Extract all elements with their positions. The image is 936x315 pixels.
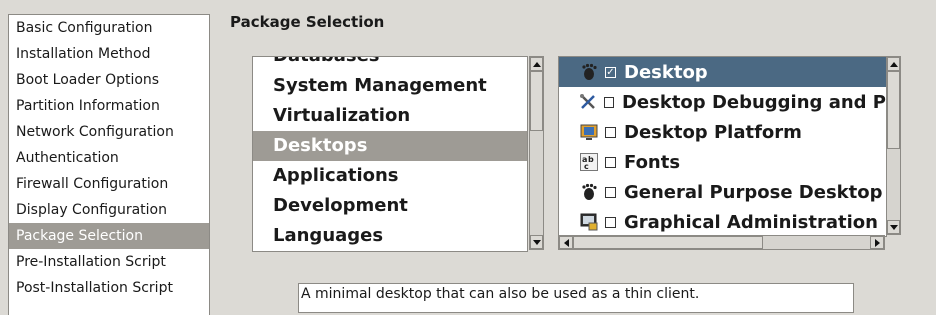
group-item-databases[interactable]: Databases	[253, 57, 527, 71]
package-row-desktop-platform[interactable]: Desktop Platform	[559, 117, 886, 147]
monitor-lock-icon	[579, 212, 599, 232]
scroll-left-button[interactable]	[559, 236, 573, 249]
package-row-desktop[interactable]: ✓ Desktop	[559, 57, 886, 87]
package-list: ✓ Desktop Desktop Debugging and P Deskto…	[558, 56, 887, 237]
sidebar-item-display-configuration[interactable]: Display Configuration	[9, 197, 209, 223]
group-item-languages[interactable]: Languages	[253, 221, 527, 251]
package-label: Graphical Administration	[624, 211, 878, 233]
package-label: General Purpose Desktop	[624, 181, 883, 203]
arrow-up-icon	[532, 61, 541, 67]
arrow-right-icon	[874, 238, 880, 247]
scroll-up-button[interactable]	[530, 57, 543, 71]
package-row-desktop-debugging[interactable]: Desktop Debugging and P	[559, 87, 886, 117]
group-item-desktops[interactable]: Desktops	[253, 131, 527, 161]
scroll-up-button[interactable]	[887, 57, 900, 71]
group-item-virtualization[interactable]: Virtualization	[253, 101, 527, 131]
group-item-label: Databases	[273, 57, 380, 66]
sidebar: Basic Configuration Installation Method …	[8, 14, 210, 315]
svg-text:b: b	[588, 155, 594, 164]
scroll-right-button[interactable]	[870, 236, 884, 249]
hscroll-thumb[interactable]	[573, 236, 763, 249]
sidebar-item-authentication[interactable]: Authentication	[9, 145, 209, 171]
package-row-fonts[interactable]: abc Fonts	[559, 147, 886, 177]
sidebar-item-package-selection[interactable]: Package Selection	[9, 223, 209, 249]
sidebar-item-firewall-configuration[interactable]: Firewall Configuration	[9, 171, 209, 197]
sidebar-item-basic-configuration[interactable]: Basic Configuration	[9, 15, 209, 41]
package-checkbox[interactable]	[605, 156, 616, 168]
desktop-platform-icon	[579, 122, 599, 142]
package-list-hscrollbar[interactable]	[558, 235, 885, 250]
package-checkbox[interactable]	[603, 96, 614, 108]
sidebar-item-pre-installation-script[interactable]: Pre-Installation Script	[9, 249, 209, 275]
arrow-down-icon	[532, 239, 541, 245]
sidebar-item-partition-information[interactable]: Partition Information	[9, 93, 209, 119]
sidebar-item-boot-loader-options[interactable]: Boot Loader Options	[9, 67, 209, 93]
sidebar-item-network-configuration[interactable]: Network Configuration	[9, 119, 209, 145]
package-checkbox[interactable]	[605, 186, 616, 198]
gnome-foot-icon	[579, 62, 599, 82]
arrow-left-icon	[563, 238, 569, 247]
gnome-foot-icon	[579, 182, 599, 202]
package-label: Desktop	[624, 61, 708, 83]
sidebar-item-post-installation-script[interactable]: Post-Installation Script	[9, 275, 209, 301]
package-group-list: Databases System Management Virtualizati…	[252, 56, 528, 252]
scroll-thumb[interactable]	[887, 71, 900, 149]
scroll-down-button[interactable]	[887, 220, 900, 234]
sidebar-item-installation-method[interactable]: Installation Method	[9, 41, 209, 67]
group-item-development[interactable]: Development	[253, 191, 527, 221]
arrow-down-icon	[889, 224, 898, 230]
group-list-scrollbar[interactable]	[529, 56, 544, 250]
tools-icon	[579, 92, 598, 112]
scroll-down-button[interactable]	[530, 235, 543, 249]
svg-text:c: c	[584, 162, 589, 171]
group-item-applications[interactable]: Applications	[253, 161, 527, 191]
package-row-graphical-administration[interactable]: Graphical Administration	[559, 207, 886, 236]
package-label: Fonts	[624, 151, 681, 173]
fonts-icon: abc	[579, 152, 599, 172]
group-item-system-management[interactable]: System Management	[253, 71, 527, 101]
package-row-general-purpose-desktop[interactable]: General Purpose Desktop	[559, 177, 886, 207]
package-checkbox[interactable]	[605, 216, 616, 228]
package-description: A minimal desktop that can also be used …	[298, 283, 854, 313]
package-label: Desktop Platform	[624, 121, 802, 143]
package-checkbox[interactable]	[605, 126, 616, 138]
arrow-up-icon	[889, 61, 898, 67]
package-checkbox[interactable]: ✓	[605, 66, 616, 78]
page-title: Package Selection	[230, 13, 385, 31]
package-list-scrollbar[interactable]	[886, 56, 901, 235]
scroll-thumb[interactable]	[530, 71, 543, 131]
package-label: Desktop Debugging and P	[621, 91, 886, 113]
